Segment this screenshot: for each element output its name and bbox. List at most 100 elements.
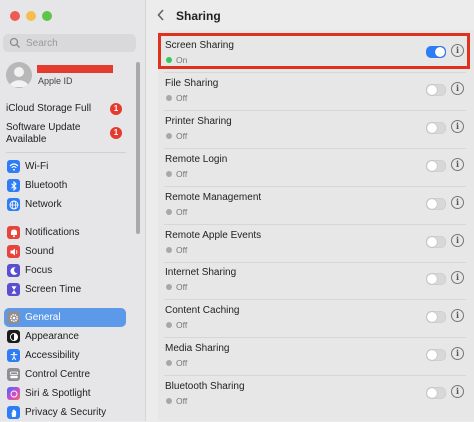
sidebar-item-accessibility[interactable]: Accessibility xyxy=(4,346,126,365)
sidebar-notice-software-update[interactable]: Software Update Available xyxy=(6,122,106,146)
service-name: Content Caching xyxy=(165,305,240,317)
service-name: Internet Sharing xyxy=(165,267,237,279)
service-row-internet-sharing[interactable]: Internet Sharing Off i xyxy=(158,262,474,301)
sidebar-item-notifications[interactable]: Notifications xyxy=(4,223,126,242)
info-icon[interactable]: i xyxy=(451,157,464,171)
toggle-knob xyxy=(427,160,437,171)
notification-badge: 1 xyxy=(110,127,122,139)
sidebar-item-bluetooth[interactable]: Bluetooth xyxy=(4,176,126,195)
toggle-knob xyxy=(427,122,437,133)
service-status-text: Off xyxy=(176,168,188,179)
service-status-text: Off xyxy=(176,358,188,369)
search-icon xyxy=(9,37,21,49)
service-name: Remote Management xyxy=(165,191,262,203)
status-dot-icon xyxy=(166,284,172,291)
redacted-name xyxy=(37,65,113,73)
service-status: Off xyxy=(166,282,187,292)
status-dot-icon xyxy=(166,208,172,215)
file-sharing-toggle[interactable] xyxy=(426,83,446,96)
service-name: Screen Sharing xyxy=(165,40,234,51)
info-icon[interactable]: i xyxy=(451,119,464,133)
sidebar-notice-icloud[interactable]: iCloud Storage Full xyxy=(6,103,91,115)
sidebar-item-network[interactable]: Network xyxy=(4,195,126,214)
accessibility-icon xyxy=(7,349,20,362)
wifi-icon xyxy=(7,160,20,173)
service-status: Off xyxy=(166,245,187,255)
search-field[interactable]: Search xyxy=(3,34,136,52)
sidebar-item-label: Notifications xyxy=(25,227,80,238)
info-icon[interactable]: i xyxy=(451,347,464,361)
back-chevron-icon[interactable] xyxy=(156,8,166,26)
sidebar-item-general[interactable]: General xyxy=(4,308,126,327)
media-sharing-toggle[interactable] xyxy=(426,349,446,362)
screen-sharing-toggle[interactable] xyxy=(426,46,446,58)
info-icon[interactable]: i xyxy=(451,44,464,57)
sidebar-item-sound[interactable]: Sound xyxy=(4,242,126,261)
service-row-remote-apple-events[interactable]: Remote Apple Events Off i xyxy=(158,225,474,263)
service-status: Off xyxy=(166,396,187,406)
info-icon[interactable]: i xyxy=(451,309,464,323)
sidebar-item-label: Screen Time xyxy=(25,284,82,295)
service-row-remote-login[interactable]: Remote Login Off i xyxy=(158,149,474,187)
service-row-media-sharing[interactable]: Media Sharing Off i xyxy=(158,338,474,377)
minimize-window-button[interactable] xyxy=(26,11,36,21)
status-dot-icon xyxy=(166,398,172,405)
remote-login-toggle[interactable] xyxy=(426,159,446,172)
sidebar-item-screen-time[interactable]: Screen Time xyxy=(4,280,126,299)
sidebar-scrollbar[interactable] xyxy=(136,62,140,234)
info-icon[interactable]: i xyxy=(451,271,464,285)
speaker-icon xyxy=(7,245,20,258)
internet-sharing-toggle[interactable] xyxy=(426,273,446,286)
status-dot-icon xyxy=(166,170,172,177)
service-status-text: Off xyxy=(176,282,188,293)
info-icon[interactable]: i xyxy=(451,233,464,247)
info-icon[interactable]: i xyxy=(451,81,464,95)
service-row-bluetooth-sharing[interactable]: Bluetooth Sharing Off i xyxy=(158,376,474,414)
service-status: Off xyxy=(166,131,187,141)
status-dot-icon xyxy=(166,322,172,329)
service-status-text: Off xyxy=(176,244,188,255)
sidebar-item-label: Privacy & Security xyxy=(25,407,107,418)
service-name: Media Sharing xyxy=(165,343,230,355)
apple-id-item[interactable]: Apple ID xyxy=(6,60,136,90)
service-status: On xyxy=(166,55,187,65)
service-row-printer-sharing[interactable]: Printer Sharing Off i xyxy=(158,111,474,149)
search-placeholder: Search xyxy=(26,37,58,49)
siri-icon xyxy=(7,387,20,400)
remote-management-toggle[interactable] xyxy=(426,197,446,210)
sidebar-item-privacy-security[interactable]: Privacy & Security xyxy=(4,403,126,422)
service-row-remote-management[interactable]: Remote Management Off i xyxy=(158,187,474,225)
sidebar-item-focus[interactable]: Focus xyxy=(4,261,126,280)
status-dot-icon xyxy=(166,57,172,63)
control-centre-icon xyxy=(7,368,20,381)
service-name: Bluetooth Sharing xyxy=(165,381,245,393)
service-status-text: Off xyxy=(176,320,188,331)
sidebar-divider xyxy=(6,152,126,153)
sidebar-item-label: Wi-Fi xyxy=(25,161,49,172)
appearance-icon xyxy=(7,330,20,343)
bluetooth-sharing-toggle[interactable] xyxy=(426,387,446,400)
avatar xyxy=(6,62,32,88)
sidebar-item-label: Bluetooth xyxy=(25,180,68,191)
sidebar-item-label: Focus xyxy=(25,265,53,276)
bell-icon xyxy=(7,226,20,239)
printer-sharing-toggle[interactable] xyxy=(426,121,446,134)
sidebar-item-siri-spotlight[interactable]: Siri & Spotlight xyxy=(4,384,126,403)
close-window-button[interactable] xyxy=(10,11,20,21)
zoom-window-button[interactable] xyxy=(42,11,52,21)
info-icon[interactable]: i xyxy=(451,195,464,209)
content-caching-toggle[interactable] xyxy=(426,311,446,324)
info-icon[interactable]: i xyxy=(451,385,464,399)
sidebar-item-appearance[interactable]: Appearance xyxy=(4,327,126,346)
sidebar-item-wifi[interactable]: Wi-Fi xyxy=(4,157,126,176)
service-row-file-sharing[interactable]: File Sharing Off i xyxy=(158,73,474,111)
sidebar-item-control-centre[interactable]: Control Centre xyxy=(4,365,126,384)
service-row-screen-sharing[interactable]: Screen Sharing On i xyxy=(158,35,474,73)
sidebar-item-label: General xyxy=(25,312,61,323)
sidebar-item-label: Sound xyxy=(25,246,54,257)
service-row-content-caching[interactable]: Content Caching Off i xyxy=(158,300,474,339)
service-name: Remote Apple Events xyxy=(165,229,262,241)
toggle-knob xyxy=(427,274,437,285)
remote-apple-events-toggle[interactable] xyxy=(426,235,446,248)
apple-id-label: Apple ID xyxy=(38,76,73,86)
